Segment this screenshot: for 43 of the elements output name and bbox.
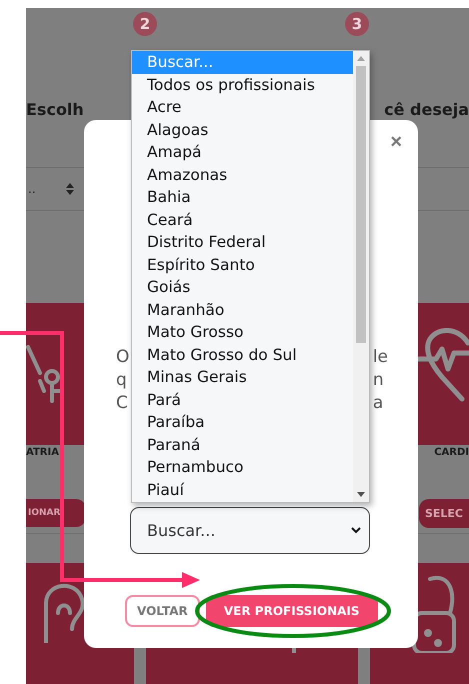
- heading-text: Escolh: [26, 100, 84, 119]
- step-number: 3: [345, 12, 369, 36]
- modal-text: a: [372, 392, 384, 415]
- modal-button[interactable]: VOLTAR: [125, 595, 200, 627]
- heading-text: cê deseja: [384, 100, 469, 119]
- dropdown-option[interactable]: Mato Grosso: [132, 321, 353, 344]
- modal-text: q: [116, 369, 128, 392]
- close-button[interactable]: ×: [386, 130, 406, 154]
- dropdown-option[interactable]: Goiás: [132, 276, 353, 298]
- dropdown-option[interactable]: Ceará: [132, 208, 353, 231]
- step-number: 2: [133, 12, 157, 36]
- dropdown-option[interactable]: Acre: [132, 96, 353, 118]
- scrollbar[interactable]: [353, 51, 369, 502]
- select-button[interactable]: SELEC: [418, 498, 469, 528]
- card-title: ATRIA: [26, 447, 59, 458]
- scroll-up-icon[interactable]: [357, 56, 365, 61]
- dropdown-option[interactable]: Piauí: [132, 478, 353, 501]
- dropdown-option[interactable]: Espírito Santo: [132, 254, 353, 276]
- dropdown-option[interactable]: Pará: [132, 388, 353, 411]
- modal-text: n: [372, 369, 385, 392]
- dropdown-option[interactable]: Todos os profissionais: [132, 74, 353, 96]
- dropdown-option[interactable]: Maranhão: [132, 298, 353, 321]
- modal-text: O: [116, 346, 130, 369]
- filter-select[interactable]: ..: [28, 182, 36, 196]
- scroll-down-icon[interactable]: [357, 492, 365, 497]
- select-button[interactable]: IONAR: [26, 499, 86, 527]
- dropdown-option[interactable]: Minas Gerais: [132, 366, 353, 388]
- dropdown-option[interactable]: Distrito Federal: [132, 231, 353, 254]
- dropdown-option[interactable]: Pernambuco: [132, 456, 353, 478]
- card-title: CARDI: [434, 447, 469, 458]
- dropdown-option[interactable]: Mato Grosso do Sul: [132, 344, 353, 366]
- dropdown-option[interactable]: Paraná: [132, 434, 353, 456]
- modal-text: le: [372, 346, 388, 369]
- dropdown-option[interactable]: Bahia: [132, 186, 353, 208]
- dropdown-option[interactable]: Amazonas: [132, 164, 353, 186]
- dropdown-option[interactable]: Amapá: [132, 141, 353, 164]
- state-select[interactable]: Buscar...: [130, 507, 370, 554]
- dropdown-option[interactable]: Paraíba: [132, 411, 353, 434]
- modal-button[interactable]: VER PROFISSIONAIS: [206, 595, 378, 627]
- sort-icon: [66, 183, 74, 195]
- modal-text: C: [116, 392, 129, 415]
- chevron-down-icon: [351, 527, 361, 534]
- dropdown-option[interactable]: Alagoas: [132, 118, 353, 141]
